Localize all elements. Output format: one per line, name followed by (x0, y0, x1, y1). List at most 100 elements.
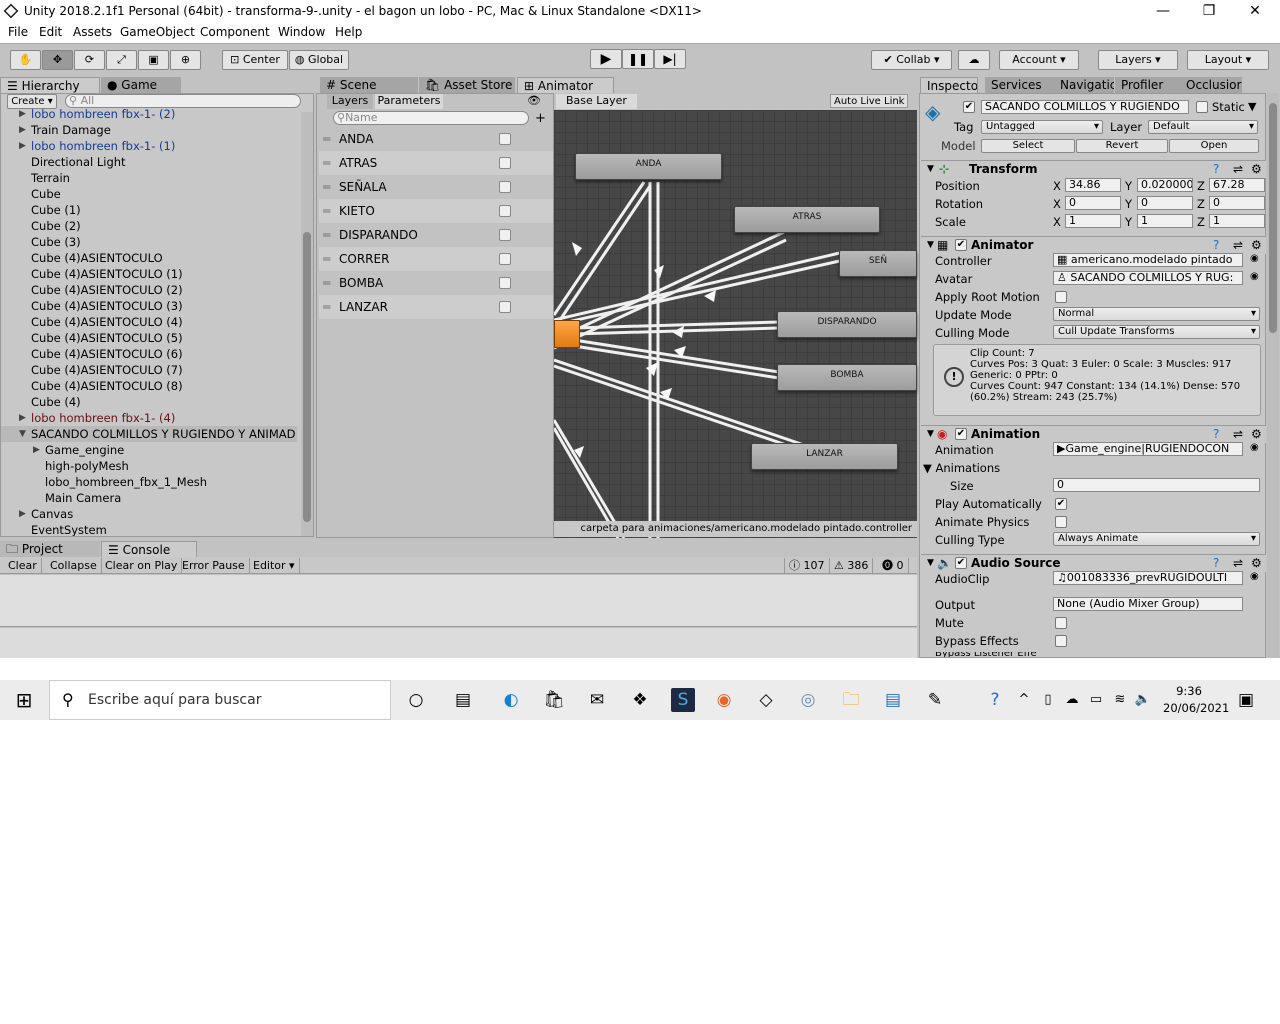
audioclip-field[interactable]: ♫001083336_prevRUGIDOULTI (1053, 571, 1243, 585)
drag-handle-icon[interactable]: ═ (323, 271, 330, 295)
hierarchy-item[interactable]: Cube (2) (1, 218, 297, 234)
bypass-effects-checkbox[interactable] (1055, 635, 1067, 647)
parameter-row[interactable]: ═ ANDA (319, 127, 553, 151)
parameter-row[interactable]: ═ ATRAS (319, 151, 553, 175)
culling-mode-dropdown[interactable]: Cull Update Transforms (1053, 325, 1260, 339)
console-log-area[interactable] (0, 575, 917, 627)
animator-enabled-checkbox[interactable]: ✔ (955, 239, 967, 251)
move-tool-icon[interactable]: ✥ (42, 50, 73, 70)
hierarchy-item[interactable]: Cube (4)ASIENTOCULO (2) (1, 282, 297, 298)
transform-header[interactable]: ▼ ⊹ Transform ? ⇌ ⚙ (921, 160, 1266, 178)
parameter-row[interactable]: ═ SEÑALA (319, 175, 553, 199)
avatar-field[interactable]: ♙ SACANDO COLMILLOS Y RUG: (1053, 271, 1243, 285)
transform-tool-icon[interactable]: ⊕ (170, 50, 201, 70)
scale-x-field[interactable]: 1 (1065, 214, 1121, 228)
windows-start-icon[interactable]: ⊞ (12, 688, 36, 712)
space-toggle[interactable]: ◍ Global (289, 50, 349, 70)
hierarchy-item[interactable]: ▶ Game_engine (1, 442, 297, 458)
hierarchy-item[interactable]: high-polyMesh (1, 458, 297, 474)
tab-inspector-0[interactable]: Inspector (920, 77, 978, 94)
tab-inspector-3[interactable]: Profiler (1115, 77, 1181, 94)
hierarchy-item[interactable]: lobo_hombreen_fbx_1_Mesh (1, 474, 297, 490)
animator-state-node[interactable]: SEÑ (839, 250, 917, 277)
hierarchy-item[interactable]: Cube (4)ASIENTOCULO (3) (1, 298, 297, 314)
scale-y-field[interactable]: 1 (1137, 214, 1193, 228)
minimize-button[interactable]: — (1140, 0, 1186, 23)
chevron-right-icon[interactable]: ▶ (19, 410, 26, 426)
drag-handle-icon[interactable]: ═ (323, 127, 330, 151)
hierarchy-item[interactable]: ▶ lobo hombreen fbx-1- (2) (1, 106, 297, 122)
tab-hierarchy[interactable]: ☰ Hierarchy (0, 77, 100, 94)
pivot-toggle[interactable]: ⊡ Center (222, 50, 288, 70)
network-tray-icon[interactable]: ☁ (1060, 688, 1084, 712)
log-count[interactable]: ⓘ 107 (784, 558, 830, 573)
drag-handle-icon[interactable]: ═ (323, 151, 330, 175)
hierarchy-item[interactable]: Main Camera (1, 490, 297, 506)
hierarchy-scrollbar[interactable] (301, 112, 313, 536)
layer-dropdown[interactable]: Default (1148, 120, 1258, 134)
edge-icon[interactable]: ◐ (499, 688, 523, 712)
error-count[interactable]: ⓿ 0 (878, 558, 909, 573)
hierarchy-item[interactable]: Cube (4)ASIENTOCULO (4) (1, 314, 297, 330)
preset-icon[interactable]: ⇌ (1233, 237, 1243, 254)
animation-component-header[interactable]: ▼ ◉ ✔ Animation ? ⇌ ⚙ (921, 425, 1266, 443)
animator-state-node[interactable]: BOMBA (777, 364, 917, 391)
model-revert-button[interactable]: Revert (1076, 139, 1168, 153)
chevron-right-icon[interactable]: ▶ (19, 122, 26, 138)
menu-edit[interactable]: Edit (39, 25, 62, 39)
animations-foldout[interactable]: ▼ Animations (923, 461, 1000, 475)
parameter-checkbox[interactable] (499, 229, 511, 241)
parameter-checkbox[interactable] (499, 253, 511, 265)
chevron-down-icon[interactable]: ▼ (19, 426, 26, 442)
hierarchy-item[interactable]: ▶ Canvas (1, 506, 297, 522)
chevron-right-icon[interactable]: ▶ (33, 442, 40, 458)
menu-component[interactable]: Component (200, 25, 270, 39)
error-pause-button[interactable]: Error Pause (178, 558, 250, 573)
close-button[interactable]: ✕ (1232, 0, 1278, 23)
menu-window[interactable]: Window (278, 25, 325, 39)
preset-icon[interactable]: ⇌ (1233, 555, 1243, 572)
layout-dropdown[interactable]: Layout ▾ (1187, 50, 1269, 70)
animate-physics-checkbox[interactable] (1055, 516, 1067, 528)
hierarchy-item[interactable]: Cube (4)ASIENTOCULO (8) (1, 378, 297, 394)
mute-checkbox[interactable] (1055, 617, 1067, 629)
tab-inspector-1[interactable]: Services (985, 77, 1057, 94)
hierarchy-item[interactable]: Cube (4)ASIENTOCULO (5) (1, 330, 297, 346)
tab-console[interactable]: ☰ Console (101, 541, 197, 558)
drag-handle-icon[interactable]: ═ (323, 175, 330, 199)
warning-count[interactable]: ⚠ 386 (830, 558, 874, 573)
preset-icon[interactable]: ⇌ (1233, 426, 1243, 443)
clear-on-play-button[interactable]: Clear on Play (101, 558, 183, 573)
help-tray-icon[interactable]: ? (983, 688, 1007, 712)
drag-handle-icon[interactable]: ═ (323, 295, 330, 319)
animator-state-node[interactable]: ANDA (575, 153, 722, 180)
foldout-icon[interactable]: ▼ (927, 426, 934, 443)
gear-icon[interactable]: ⚙ (1251, 555, 1262, 572)
audio-enabled-checkbox[interactable]: ✔ (955, 557, 967, 569)
menu-help[interactable]: Help (335, 25, 362, 39)
chevron-right-icon[interactable]: ▶ (19, 106, 26, 122)
menu-gameobject[interactable]: GameObject (120, 25, 195, 39)
parameter-row[interactable]: ═ LANZAR (319, 295, 553, 319)
position-y-field[interactable]: 0.020000 (1137, 178, 1193, 192)
tab-project[interactable]: 🗀 Project (0, 541, 100, 558)
pause-button[interactable]: ❚❚ (622, 49, 654, 69)
hierarchy-item[interactable]: ▶ lobo hombreen fbx-1- (1) (1, 138, 297, 154)
rotation-y-field[interactable]: 0 (1137, 196, 1193, 210)
scale-z-field[interactable]: 1 (1209, 214, 1265, 228)
help-icon[interactable]: ? (1213, 426, 1219, 443)
position-x-field[interactable]: 34.86 (1065, 178, 1121, 192)
unity-taskbar-icon[interactable]: ◇ (754, 688, 778, 712)
hierarchy-item[interactable]: Terrain (1, 170, 297, 186)
controller-field[interactable]: ▦ americano.modelado pintado (1053, 253, 1243, 267)
object-name-field[interactable]: SACANDO COLMILLOS Y RUGIENDO (981, 100, 1189, 114)
object-picker-icon[interactable]: ◉ (1250, 253, 1259, 264)
animator-state-node[interactable]: LANZAR (751, 443, 898, 470)
taskbar-search-box[interactable]: ⚲ Escribe aquí para buscar (49, 680, 391, 720)
tab-animator[interactable]: ⊞ Animator (517, 77, 614, 94)
tab-inspector-4[interactable]: Occlusior (1180, 77, 1242, 94)
sublime-icon[interactable]: S (671, 688, 695, 712)
animator-state-node[interactable]: DISPARANDO (777, 311, 917, 338)
eye-icon[interactable]: 👁 (527, 94, 541, 107)
audio-source-header[interactable]: ▼ 🔈 ✔ Audio Source ? ⇌ ⚙ (921, 554, 1266, 572)
